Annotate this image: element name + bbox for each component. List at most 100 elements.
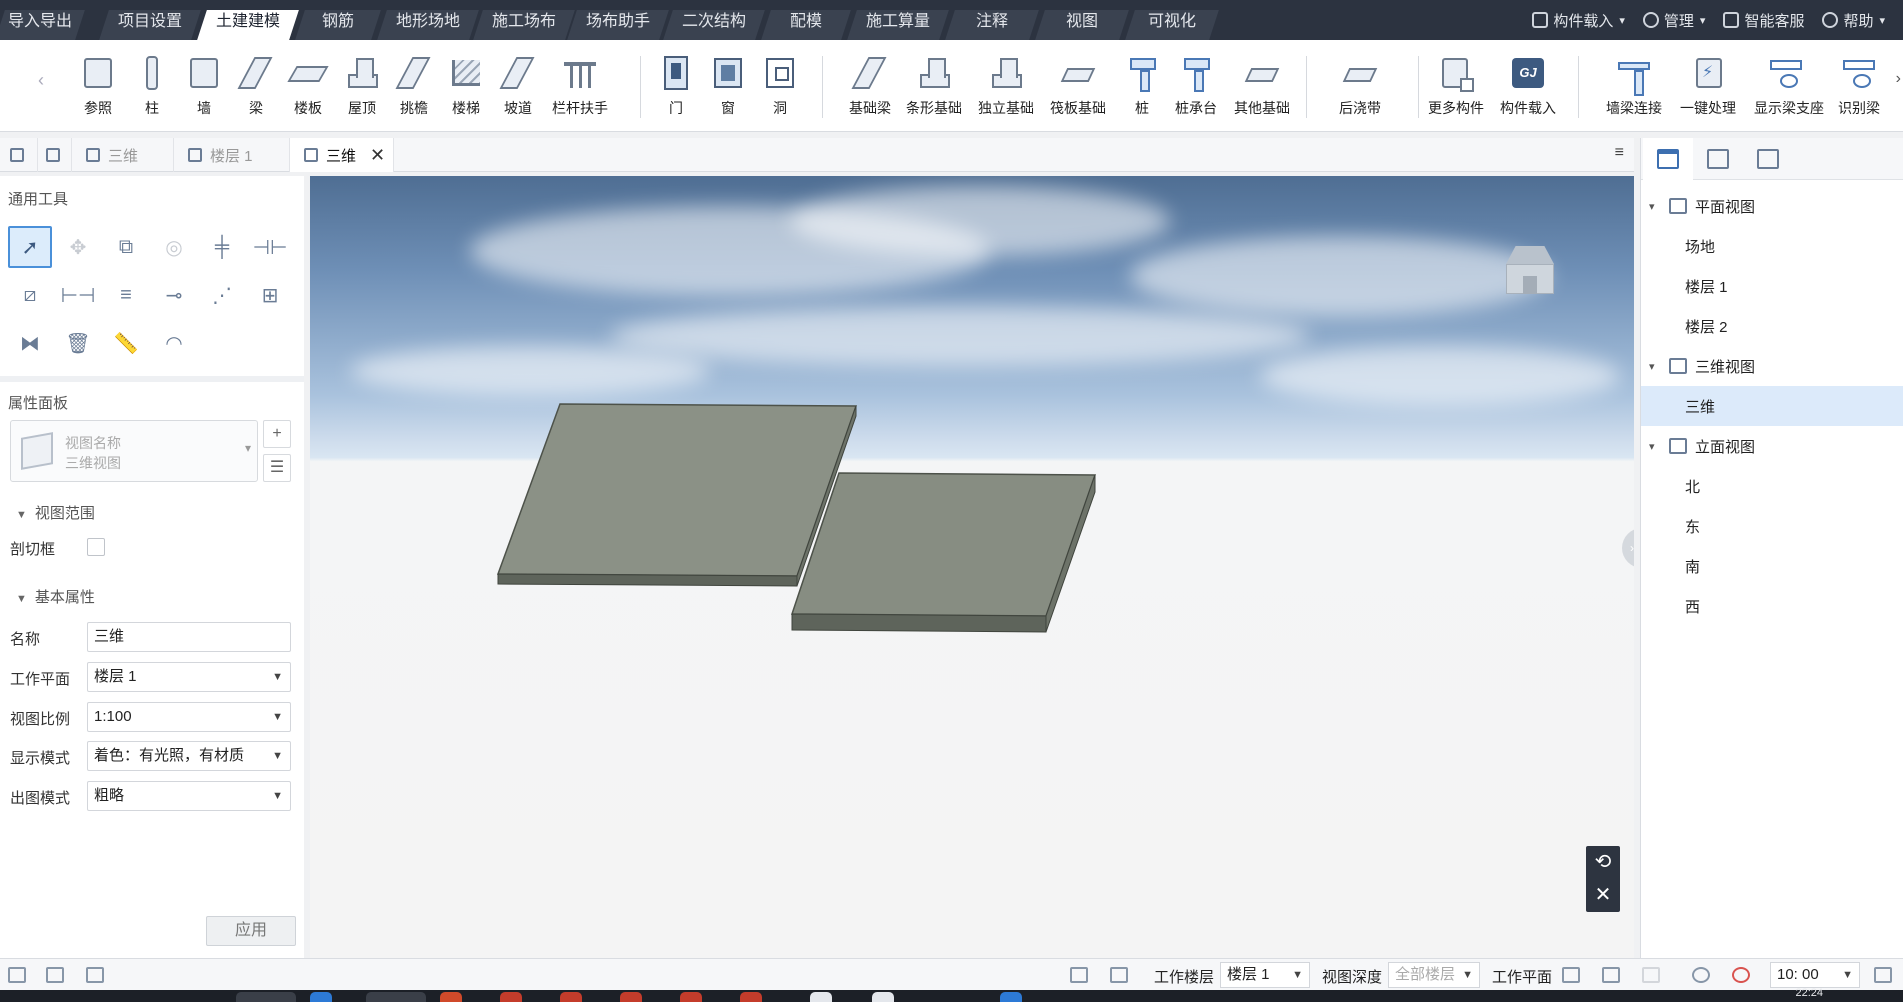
ribbon-btn-railing[interactable]: 栏杆扶手: [548, 54, 612, 124]
manage-menu[interactable]: 管理 ▾: [1642, 10, 1705, 31]
display-mode-select[interactable]: 着色：有光照，有材质 ▼: [87, 741, 291, 771]
mirror-tool[interactable]: ⧓: [8, 322, 52, 364]
ribbon-btn-ramp[interactable]: 坡道: [486, 54, 550, 124]
time-of-day-select[interactable]: 10: 00 ▼: [1770, 962, 1860, 988]
view-depth-select[interactable]: 全部楼层 ▼: [1388, 962, 1480, 988]
taskbar-app-icon[interactable]: [680, 992, 702, 1002]
workplane-select[interactable]: 楼层 1 ▼: [87, 662, 291, 692]
lightbulb-icon[interactable]: [1642, 967, 1660, 983]
ribbon-btn-gj-load[interactable]: GJ 构件载入: [1496, 54, 1560, 124]
tab-site-layout[interactable]: 施工场布: [473, 4, 575, 40]
taskbar-app-icon[interactable]: [872, 992, 894, 1002]
tab-terrain-site[interactable]: 地形场地: [377, 4, 479, 40]
tab-formwork[interactable]: 配模: [761, 4, 851, 40]
slab-1[interactable]: [496, 403, 858, 587]
rotate-tool[interactable]: ◎: [152, 226, 196, 268]
select-tool[interactable]: ➚: [8, 226, 52, 268]
doc-tab-3d-active[interactable]: 三维 ✕: [290, 138, 394, 172]
tab-annotation[interactable]: 注释: [945, 4, 1039, 40]
workplane-toggle-icon[interactable]: [1562, 967, 1580, 983]
taskbar-app-icon[interactable]: [620, 992, 642, 1002]
tab-strip-restore-button[interactable]: [0, 138, 38, 172]
ribbon-btn-isolated-foundation[interactable]: 独立基础: [974, 54, 1038, 124]
help-menu[interactable]: 帮助 ▾: [1822, 10, 1885, 31]
tab-list-menu-icon[interactable]: ≡: [1615, 144, 1624, 162]
ribbon-btn-raft-foundation[interactable]: 筏板基础: [1046, 54, 1110, 124]
ribbon-btn-opening[interactable]: 洞: [748, 54, 812, 124]
tab-model-browser[interactable]: [1743, 138, 1793, 180]
copy-tool[interactable]: ⧉: [104, 226, 148, 268]
break-tool[interactable]: ⊸: [152, 274, 196, 316]
ribbon-btn-pile-cap[interactable]: 桩承台: [1164, 54, 1228, 124]
snap-settings-icon[interactable]: [1602, 967, 1620, 983]
tab-view[interactable]: 视图: [1035, 4, 1129, 40]
taskbar-app-icon[interactable]: [810, 992, 832, 1002]
trim-tool[interactable]: ╪: [200, 226, 244, 268]
measure-tool[interactable]: 📏: [104, 322, 148, 364]
layout-grid-icon[interactable]: [86, 967, 104, 983]
layout-single-icon[interactable]: [8, 967, 26, 983]
taskbar-app-icon[interactable]: [560, 992, 582, 1002]
tree-item-site[interactable]: 场地: [1641, 226, 1903, 266]
tab-rebar[interactable]: 钢筋: [295, 4, 381, 40]
ribbon-btn-other-foundation[interactable]: 其他基础: [1230, 54, 1294, 124]
taskbar-app-icon[interactable]: [1000, 992, 1022, 1002]
tab-layout-assistant[interactable]: 场布助手: [567, 4, 669, 40]
layout-split-icon[interactable]: [46, 967, 64, 983]
group-view-range[interactable]: ▼ 视图范围: [16, 502, 95, 523]
tree-item-3d[interactable]: 三维: [1641, 386, 1903, 426]
tab-visibility[interactable]: [1693, 138, 1743, 180]
angle-tool[interactable]: ◠: [152, 322, 196, 364]
taskbar-app-icon[interactable]: [440, 992, 462, 1002]
move-tool[interactable]: ✥: [56, 226, 100, 268]
taskbar-app-icon[interactable]: [310, 992, 332, 1002]
tab-visualization[interactable]: 可视化: [1125, 4, 1219, 40]
tree-3d-views[interactable]: ▾ 三维视图: [1641, 346, 1903, 386]
tree-item-north[interactable]: 北: [1641, 466, 1903, 506]
tab-project-settings[interactable]: 项目设置: [99, 4, 201, 40]
tab-civil-modeling[interactable]: 土建建模: [197, 4, 299, 40]
array-tool[interactable]: ⊞: [248, 274, 292, 316]
apply-button[interactable]: 应用: [206, 916, 296, 946]
ribbon-btn-beam-support[interactable]: 显示梁支座: [1754, 54, 1824, 124]
zoom-fit-icon[interactable]: [1070, 967, 1088, 983]
save-view-icon[interactable]: [1110, 967, 1128, 983]
tree-item-floor-2[interactable]: 楼层 2: [1641, 306, 1903, 346]
3d-viewport[interactable]: ⟲ ✕ ›: [310, 176, 1634, 958]
tree-elevation-views[interactable]: ▾ 立面视图: [1641, 426, 1903, 466]
tab-secondary-structure[interactable]: 二次结构: [663, 4, 765, 40]
view-type-selector[interactable]: 视图名称 三维视图 ▾: [10, 420, 258, 482]
tree-item-east[interactable]: 东: [1641, 506, 1903, 546]
tree-item-south[interactable]: 南: [1641, 546, 1903, 586]
taskbar-app-active[interactable]: [366, 992, 426, 1002]
scale-select[interactable]: 1:100 ▼: [87, 702, 291, 732]
doc-tab-floor-1[interactable]: 楼层 1: [174, 138, 290, 172]
offset-tool[interactable]: ⧄: [8, 274, 52, 316]
reset-view-icon[interactable]: ⟲: [1586, 846, 1620, 879]
tree-item-floor-1[interactable]: 楼层 1: [1641, 266, 1903, 306]
tab-construction-quantity[interactable]: 施工算量: [847, 4, 949, 40]
taskbar-app-icon[interactable]: [740, 992, 762, 1002]
tab-strip-grid-button[interactable]: [38, 138, 72, 172]
tree-plan-views[interactable]: ▾ 平面视图: [1641, 186, 1903, 226]
output-mode-select[interactable]: 粗略 ▼: [87, 781, 291, 811]
group-basic-props[interactable]: ▼ 基本属性: [16, 586, 95, 607]
close-icon[interactable]: ✕: [1586, 879, 1620, 912]
tab-view-browser[interactable]: [1643, 138, 1693, 180]
ribbon-btn-post-pour-strip[interactable]: 后浇带: [1328, 54, 1392, 124]
ribbon-btn-foundation-beam[interactable]: 基础梁: [838, 54, 902, 124]
name-input[interactable]: 三维: [87, 622, 291, 652]
sun-icon[interactable]: [1692, 967, 1710, 983]
join-tool[interactable]: ⋰: [200, 274, 244, 316]
extend-tool[interactable]: ≡: [104, 274, 148, 316]
tree-item-west[interactable]: 西: [1641, 586, 1903, 626]
ribbon-btn-strip-foundation[interactable]: 条形基础: [902, 54, 966, 124]
work-floor-select[interactable]: 楼层 1 ▼: [1220, 962, 1310, 988]
ribbon-scroll-left-icon[interactable]: ‹: [38, 70, 44, 91]
split-tool[interactable]: ⊣⊢: [248, 226, 292, 268]
service-button[interactable]: 智能客服: [1723, 10, 1804, 31]
view-cube-home-icon[interactable]: [1500, 246, 1560, 296]
shadow-toggle-icon[interactable]: [1732, 967, 1750, 983]
delete-tool[interactable]: 🗑: [56, 322, 100, 364]
view-cube-toggle-icon[interactable]: [1874, 967, 1892, 983]
